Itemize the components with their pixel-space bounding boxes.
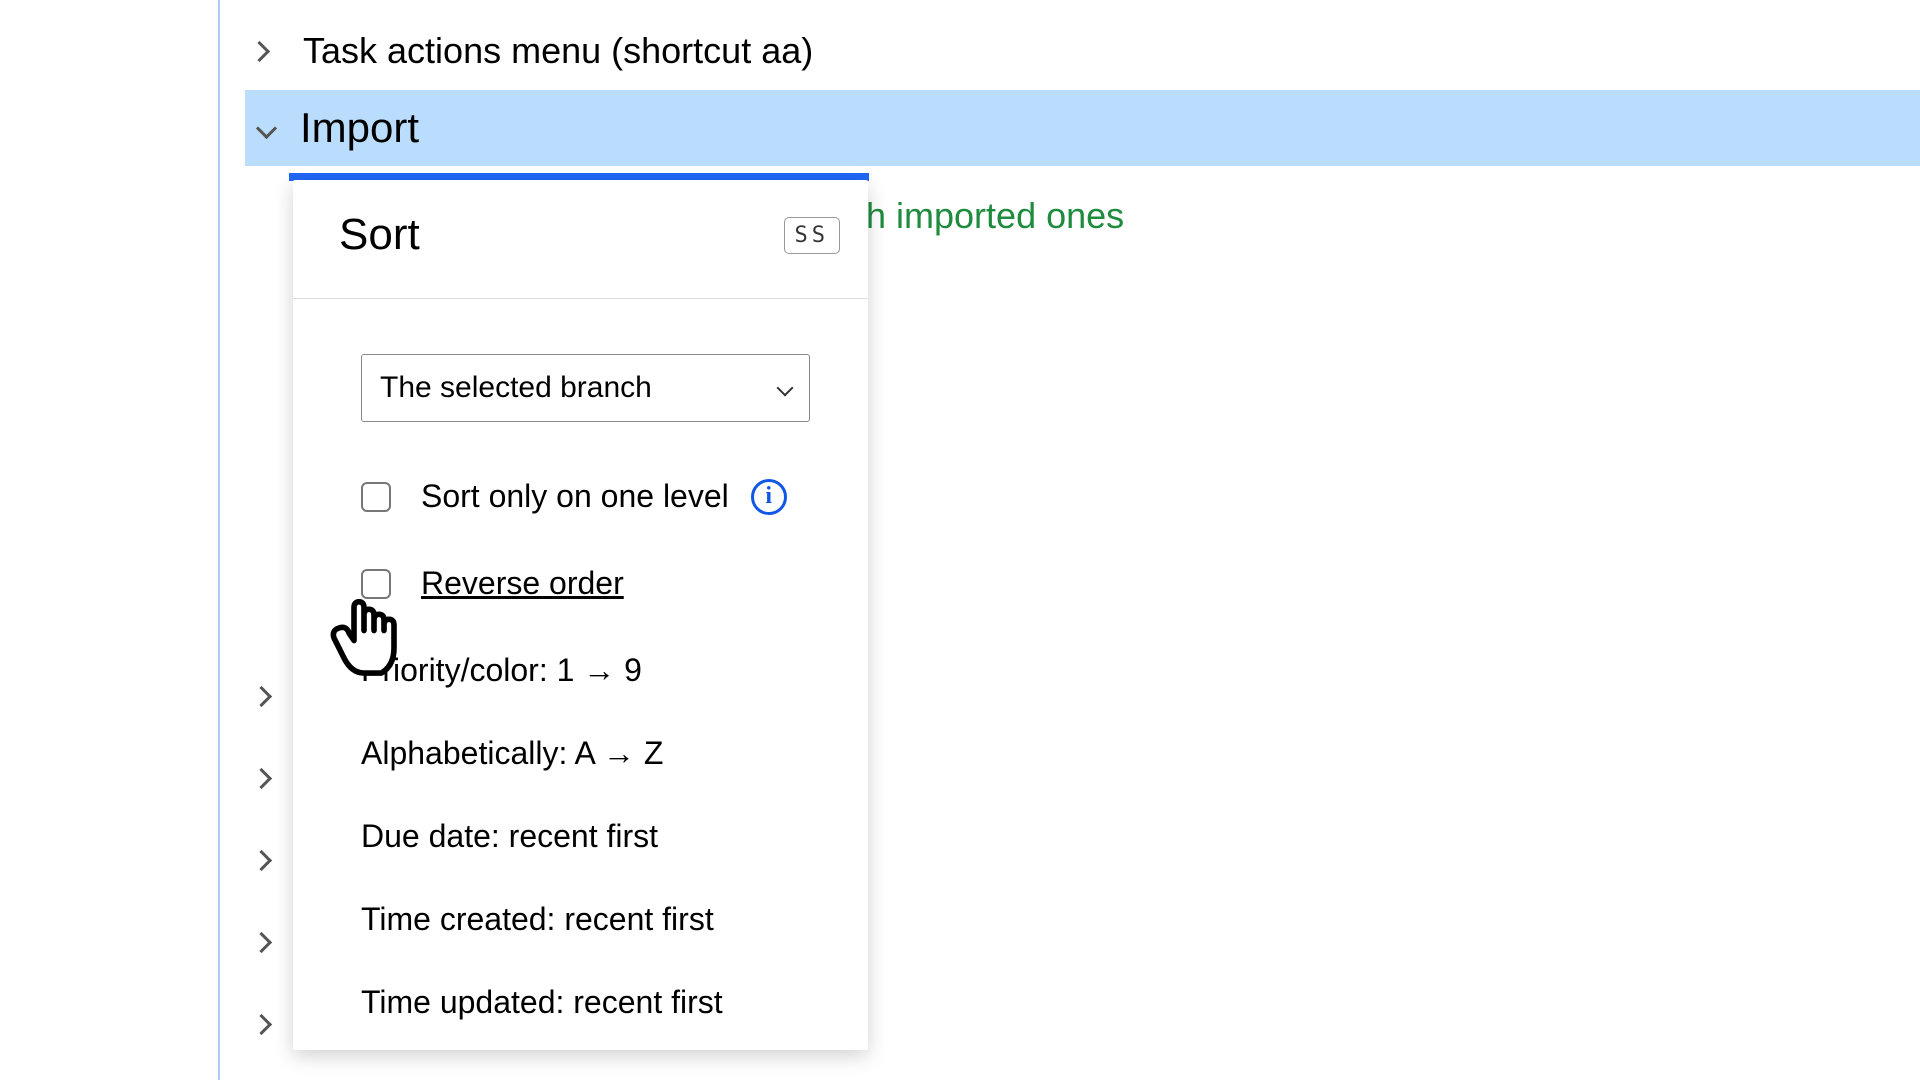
chevron-right-icon[interactable] xyxy=(248,765,274,791)
collapsed-tree-items xyxy=(248,683,274,1037)
sort-option-alpha[interactable]: Alphabetically: A → Z xyxy=(301,735,860,772)
chevron-right-icon[interactable] xyxy=(248,683,274,709)
sort-option-created[interactable]: Time created: recent first xyxy=(301,901,860,938)
chevron-right-icon[interactable] xyxy=(248,847,274,873)
sort-body: The selected branch Sort only on one lev… xyxy=(293,299,868,1021)
chevron-right-icon[interactable] xyxy=(248,929,274,955)
subtitle-text: h imported ones xyxy=(866,195,1124,237)
reverse-order-label[interactable]: Reverse order xyxy=(421,565,624,602)
chevron-right-icon[interactable] xyxy=(248,1011,274,1037)
shortcut-badge: SS xyxy=(784,217,841,254)
one-level-checkbox[interactable] xyxy=(361,482,391,512)
info-icon[interactable]: i xyxy=(751,479,787,515)
chevron-down-icon[interactable] xyxy=(252,114,280,142)
chevron-down-icon xyxy=(779,371,791,405)
tree-item-task-actions: Task actions menu (shortcut aa) xyxy=(245,30,813,72)
scope-select[interactable]: The selected branch xyxy=(361,354,810,422)
sort-option-priority[interactable]: Priority/color: 1 → 9 xyxy=(301,652,860,689)
left-border xyxy=(218,0,220,1080)
tree-item-label[interactable]: Task actions menu (shortcut aa) xyxy=(303,30,813,72)
one-level-row: Sort only on one level i xyxy=(301,478,860,515)
sort-title: Sort xyxy=(339,210,420,260)
sort-option-duedate[interactable]: Due date: recent first xyxy=(301,818,860,855)
chevron-right-icon[interactable] xyxy=(245,37,273,65)
reverse-order-checkbox[interactable] xyxy=(361,569,391,599)
tree-item-import[interactable]: Import xyxy=(245,90,1920,166)
reverse-order-row: Reverse order xyxy=(301,565,860,602)
one-level-label[interactable]: Sort only on one level xyxy=(421,478,729,515)
sort-option-updated[interactable]: Time updated: recent first xyxy=(301,984,860,1021)
sort-header: Sort SS xyxy=(293,180,868,299)
sort-panel: Sort SS The selected branch Sort only on… xyxy=(293,180,868,1050)
scope-select-value: The selected branch xyxy=(380,371,652,405)
